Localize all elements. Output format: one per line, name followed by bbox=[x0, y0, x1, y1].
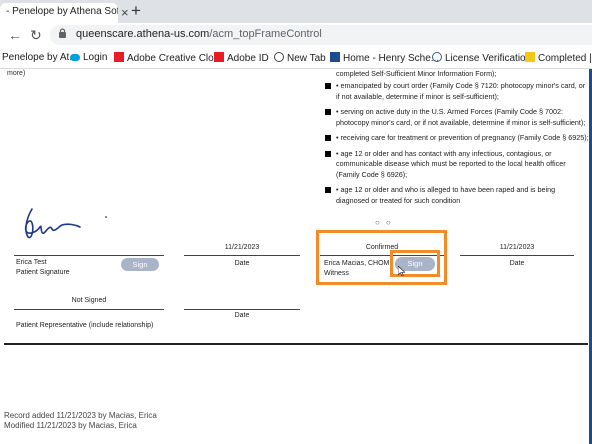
checkbox[interactable] bbox=[325, 83, 331, 89]
address-bar[interactable]: queenscare.athena-us.com/acm_topFrameCon… bbox=[50, 25, 592, 45]
minor-consent-list: • emancipated by court order (Family Cod… bbox=[325, 81, 590, 211]
bookmark-label: Completed | Do bbox=[538, 53, 592, 64]
download-icon bbox=[525, 52, 535, 62]
representative-date-line bbox=[184, 309, 300, 310]
list-item: • emancipated by court order (Family Cod… bbox=[325, 81, 590, 102]
list-item-text: • emancipated by court order (Family Cod… bbox=[336, 81, 586, 101]
close-tab-icon[interactable]: × bbox=[121, 5, 129, 20]
record-added-text: Record added 11/21/2023 by Macias, Erica bbox=[4, 411, 157, 420]
list-item-text: • age 12 or older and has contact with a… bbox=[336, 148, 566, 179]
bookmark-label: Adobe ID bbox=[227, 53, 269, 64]
checkbox[interactable] bbox=[325, 187, 331, 193]
checkbox[interactable] bbox=[325, 109, 331, 115]
browser-toolbar: ← ↻ queenscare.athena-us.com/acm_topFram… bbox=[0, 23, 592, 47]
bookmark-label: Adobe Creative Clo... bbox=[127, 53, 223, 64]
section-divider bbox=[4, 343, 588, 345]
tab-strip: - Penelope by Athena Softw × + bbox=[0, 0, 592, 23]
witness-date-label: Date bbox=[509, 260, 525, 267]
url-host: queenscare.athena-us.com bbox=[76, 28, 210, 40]
representative-date-label: Date bbox=[234, 312, 250, 319]
representative-label: Patient Representative (include relation… bbox=[16, 322, 154, 329]
patient-signature-image bbox=[24, 208, 107, 239]
list-item-text: • age 12 or older and who is alleged to … bbox=[336, 185, 556, 205]
more-text: more) bbox=[7, 70, 26, 77]
list-top-line: completed Self-Sufficient Minor Informat… bbox=[336, 69, 497, 78]
globe-icon bbox=[274, 52, 284, 62]
form-content: more) completed Self-Sufficient Minor In… bbox=[0, 69, 592, 444]
patient-name: Erica Test bbox=[16, 259, 47, 266]
bookmark-adobe-creative-cloud[interactable]: Adobe Creative Clo... bbox=[114, 52, 222, 64]
representative-signature-line bbox=[14, 309, 164, 310]
bookmark-login[interactable]: Login bbox=[70, 52, 107, 63]
checkbox[interactable] bbox=[325, 135, 331, 141]
patient-signature-label: Patient Signature bbox=[16, 269, 70, 276]
patient-date-line bbox=[184, 255, 300, 256]
cloud-icon bbox=[70, 54, 80, 61]
bookmarks-bar: Penelope by At... Login Adobe Creative C… bbox=[0, 47, 592, 69]
patient-signature-line bbox=[14, 255, 164, 256]
list-item-text: • receiving care for treatment or preven… bbox=[336, 133, 589, 142]
pagination-dots[interactable]: ○○ bbox=[375, 218, 397, 227]
reload-icon[interactable]: ↻ bbox=[30, 27, 42, 44]
url-path: /acm_topFrameControl bbox=[209, 28, 322, 40]
adobe-icon bbox=[214, 52, 224, 62]
adobe-icon bbox=[114, 52, 124, 62]
bookmark-label: Home - Henry Sche... bbox=[343, 53, 440, 64]
representative-status: Not Signed bbox=[71, 297, 107, 304]
url-text: queenscare.athena-us.com/acm_topFrameCon… bbox=[76, 28, 322, 40]
lock-icon[interactable] bbox=[58, 28, 67, 41]
bookmark-label: License Verification bbox=[445, 53, 532, 64]
list-item: • age 12 or older and who is alleged to … bbox=[325, 185, 590, 206]
patient-sign-button[interactable]: Sign bbox=[121, 258, 159, 271]
modified-text: Modified 11/21/2023 by Macias, Erica bbox=[4, 421, 137, 430]
new-tab-button[interactable]: + bbox=[131, 1, 141, 21]
license-icon bbox=[432, 52, 442, 62]
checkbox[interactable] bbox=[325, 150, 331, 157]
witness-date-value: 11/21/2023 bbox=[499, 244, 535, 251]
patient-date-value: 11/21/2023 bbox=[224, 244, 260, 251]
bookmark-adobe-id[interactable]: Adobe ID bbox=[214, 52, 269, 64]
list-item: • age 12 or older and has contact with a… bbox=[325, 149, 590, 181]
bookmark-label: New Tab bbox=[287, 53, 326, 64]
bookmark-penelope[interactable]: Penelope by At... bbox=[2, 52, 78, 63]
bookmark-henry-schein[interactable]: Home - Henry Sche... bbox=[330, 52, 439, 64]
list-item: • receiving care for treatment or preven… bbox=[325, 133, 590, 144]
bookmark-new-tab[interactable]: New Tab bbox=[274, 52, 326, 64]
bookmark-label: Penelope by At... bbox=[2, 52, 78, 63]
browser-tab[interactable]: - Penelope by Athena Softw bbox=[0, 3, 118, 23]
henry-schein-icon bbox=[330, 52, 340, 62]
back-icon[interactable]: ← bbox=[8, 27, 22, 43]
list-item-text: • serving on active duty in the U.S. Arm… bbox=[336, 107, 586, 127]
mouse-cursor-icon bbox=[397, 265, 406, 278]
bookmark-label: Login bbox=[83, 52, 108, 63]
bookmark-completed[interactable]: Completed | Do bbox=[525, 52, 592, 64]
witness-date-line bbox=[460, 255, 574, 256]
tab-title: - Penelope by Athena Softw bbox=[6, 6, 118, 17]
patient-date-label: Date bbox=[234, 260, 250, 267]
bookmark-license-verification[interactable]: License Verification bbox=[432, 52, 531, 64]
list-item: • serving on active duty in the U.S. Arm… bbox=[325, 107, 590, 128]
